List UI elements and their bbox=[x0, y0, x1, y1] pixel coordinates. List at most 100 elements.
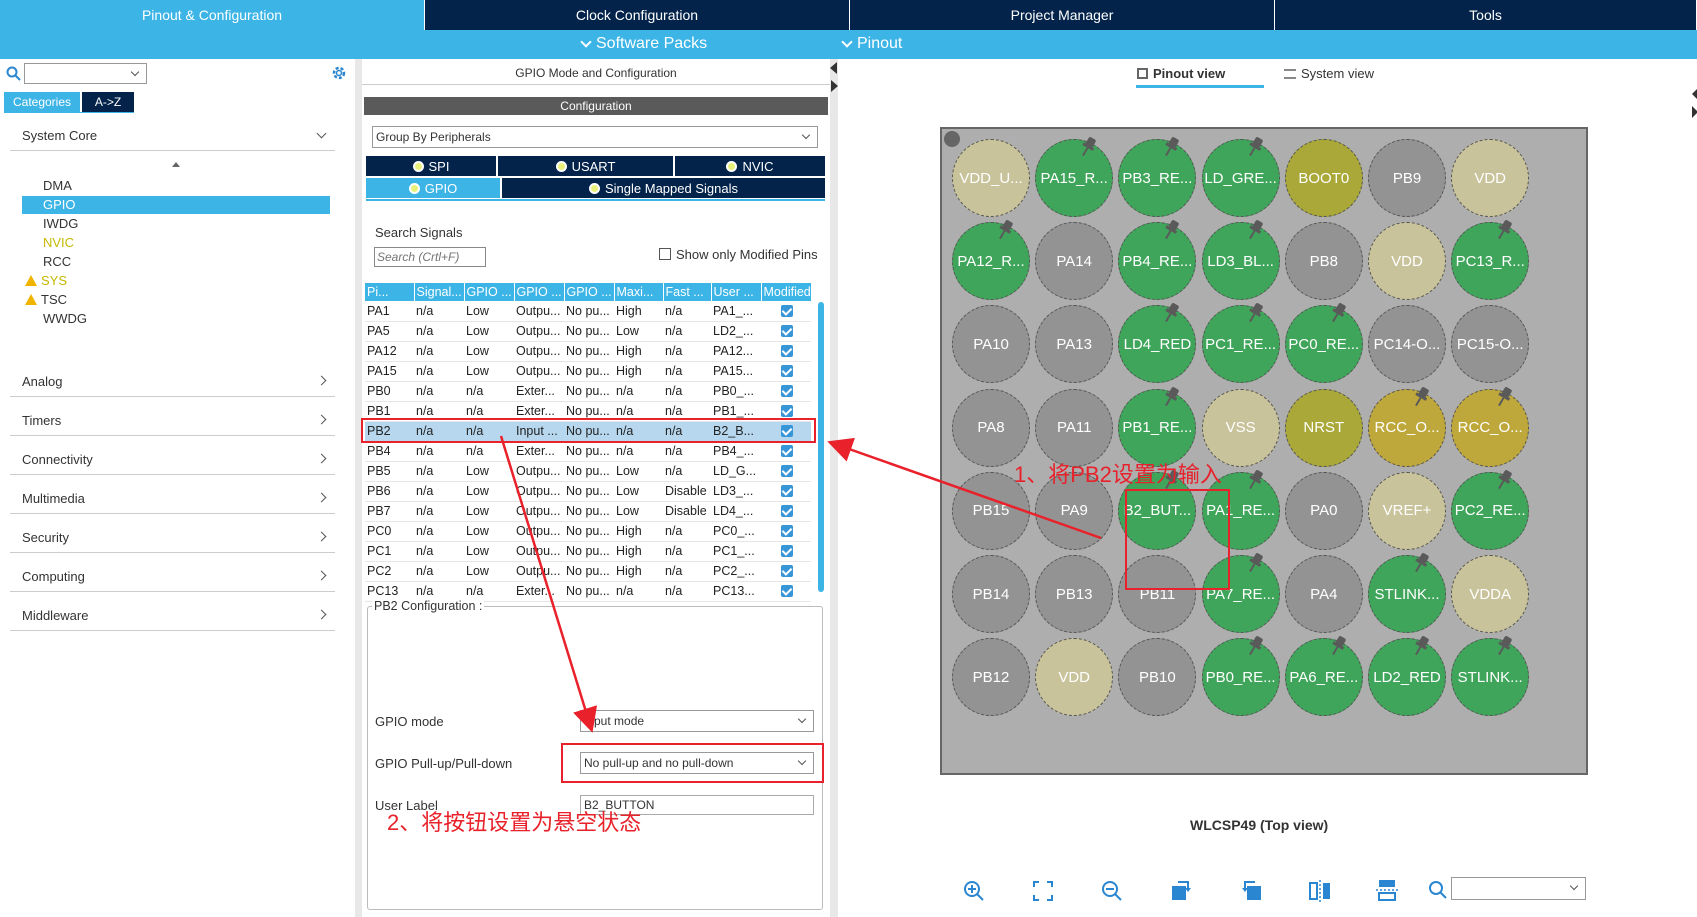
categories-tab[interactable]: Categories bbox=[4, 92, 80, 112]
pin[interactable]: PA4 bbox=[1284, 555, 1363, 633]
system-view-tab[interactable]: System view bbox=[1284, 66, 1374, 81]
pin[interactable]: PA0 bbox=[1284, 471, 1363, 550]
column-header[interactable]: Maxi... bbox=[614, 283, 664, 301]
modified-checkbox[interactable] bbox=[781, 325, 794, 337]
pin[interactable]: PA12_R... bbox=[952, 222, 1030, 301]
pin[interactable]: LD2_RED bbox=[1368, 638, 1446, 717]
rotate-right-icon[interactable] bbox=[1170, 878, 1194, 902]
pin[interactable]: PA8 bbox=[952, 388, 1030, 467]
pin[interactable]: PA15_R... bbox=[1035, 139, 1114, 217]
column-header[interactable]: GPIO ... bbox=[464, 283, 515, 301]
column-header[interactable]: GPIO ... bbox=[564, 283, 615, 301]
expand-icon[interactable] bbox=[1692, 106, 1697, 118]
tab-single-mapped-signals[interactable]: Single Mapped Signals bbox=[502, 178, 825, 198]
column-header[interactable]: GPIO ... bbox=[514, 283, 565, 301]
column-header[interactable]: Modified bbox=[761, 283, 812, 301]
modified-checkbox[interactable] bbox=[781, 585, 794, 597]
table-row[interactable]: PC2 n/a Low Outpu... No pu... High n/a PC2_... bbox=[365, 561, 812, 582]
table-row[interactable]: PA15 n/a Low Outpu... No pu... High n/a PA15... bbox=[365, 361, 812, 382]
pinout-menu[interactable]: Pinout bbox=[841, 35, 902, 53]
pin[interactable]: VDD bbox=[1368, 222, 1446, 301]
table-row[interactable]: PA1 n/a Low Outpu... No pu... High n/a PA1_... bbox=[365, 301, 812, 322]
zoom-out-icon[interactable] bbox=[1101, 880, 1123, 902]
pin[interactable]: PB3_RE... bbox=[1118, 139, 1197, 217]
pin[interactable]: RCC_O... bbox=[1451, 388, 1530, 467]
sidebar-item-tsc[interactable]: TSC bbox=[25, 292, 67, 307]
pin[interactable]: PC14-O... bbox=[1368, 305, 1446, 384]
pin[interactable]: PB14 bbox=[952, 555, 1030, 633]
tab-project-manager[interactable]: Project Manager bbox=[850, 0, 1275, 30]
tab-pinout-configuration[interactable]: Pinout & Configuration bbox=[0, 0, 425, 30]
pin[interactable]: PC1_RE... bbox=[1201, 305, 1280, 384]
pin[interactable]: VDD_U... bbox=[952, 139, 1030, 217]
tab-usart[interactable]: USART bbox=[498, 156, 673, 176]
table-row[interactable]: PC13 n/a n/a Exter... No pu... n/a n/a PC13... bbox=[365, 581, 812, 602]
pin[interactable]: PB9 bbox=[1368, 139, 1446, 217]
modified-cell[interactable] bbox=[761, 461, 812, 482]
flip-horizontal-icon[interactable] bbox=[1376, 878, 1398, 902]
gpio-mode-select[interactable]: Input mode bbox=[580, 710, 814, 732]
sidebar-item-rcc[interactable]: RCC bbox=[43, 254, 71, 269]
modified-cell[interactable] bbox=[761, 441, 812, 462]
pin[interactable]: PA11 bbox=[1035, 388, 1114, 467]
pin[interactable]: VDD bbox=[1451, 139, 1530, 217]
pin[interactable]: VREF+ bbox=[1368, 471, 1446, 550]
column-header[interactable]: Fast ... bbox=[663, 283, 712, 301]
modified-cell[interactable] bbox=[761, 381, 812, 402]
modified-checkbox[interactable] bbox=[781, 505, 794, 517]
pin[interactable]: PA14 bbox=[1035, 222, 1114, 301]
pin[interactable]: RCC_O... bbox=[1368, 388, 1446, 467]
pin[interactable]: NRST bbox=[1284, 388, 1363, 467]
category-timers[interactable]: Timers bbox=[22, 413, 61, 428]
modified-cell[interactable] bbox=[761, 321, 812, 342]
tab-nvic[interactable]: NVIC bbox=[675, 156, 825, 176]
search-pin-combo[interactable] bbox=[1451, 877, 1586, 900]
gear-icon[interactable] bbox=[330, 64, 348, 82]
column-header[interactable]: User ... bbox=[711, 283, 762, 301]
pin[interactable]: PC0_RE... bbox=[1284, 305, 1363, 384]
table-scrollbar[interactable] bbox=[818, 302, 824, 592]
table-row[interactable]: PB0 n/a n/a Exter... No pu... n/a n/a PB0_... bbox=[365, 381, 812, 402]
column-header[interactable]: Signal... bbox=[414, 283, 465, 301]
tab-clock-configuration[interactable]: Clock Configuration bbox=[425, 0, 850, 30]
modified-checkbox[interactable] bbox=[781, 345, 794, 357]
pin[interactable]: VDDA bbox=[1451, 555, 1530, 633]
modified-checkbox[interactable] bbox=[781, 465, 794, 477]
tab-gpio[interactable]: GPIO bbox=[366, 178, 500, 198]
pin[interactable]: PB1_RE... bbox=[1118, 388, 1197, 467]
table-row[interactable]: PB5 n/a Low Outpu... No pu... Low n/a LD_G... bbox=[365, 461, 812, 482]
sidebar-item-iwdg[interactable]: IWDG bbox=[43, 216, 78, 231]
table-row[interactable]: PB6 n/a Low Outpu... No pu... Low Disable LD3_.… bbox=[365, 481, 812, 502]
pin[interactable]: STLINK... bbox=[1451, 638, 1530, 717]
table-row[interactable]: PA5 n/a Low Outpu... No pu... Low n/a LD2_... bbox=[365, 321, 812, 342]
modified-checkbox[interactable] bbox=[781, 545, 794, 557]
modified-cell[interactable] bbox=[761, 501, 812, 522]
category-connectivity[interactable]: Connectivity bbox=[22, 452, 93, 467]
modified-checkbox[interactable] bbox=[781, 485, 794, 497]
pin[interactable]: LD_GRE... bbox=[1201, 139, 1280, 217]
table-row[interactable]: PC1 n/a Low Outpu... No pu... High n/a PC1_... bbox=[365, 541, 812, 562]
pin[interactable]: PB13 bbox=[1035, 555, 1114, 633]
pin[interactable]: STLINK... bbox=[1368, 555, 1446, 633]
column-header[interactable]: Pi... bbox=[365, 283, 415, 301]
pin[interactable]: PC2_RE... bbox=[1451, 471, 1530, 550]
category-system-core[interactable]: System Core bbox=[22, 128, 97, 143]
category-multimedia[interactable]: Multimedia bbox=[22, 491, 85, 506]
pin[interactable]: VDD bbox=[1035, 638, 1114, 717]
modified-cell[interactable] bbox=[761, 581, 812, 602]
modified-cell[interactable] bbox=[761, 361, 812, 382]
category-analog[interactable]: Analog bbox=[22, 374, 62, 389]
modified-checkbox[interactable] bbox=[781, 365, 794, 377]
show-modified-checkbox[interactable] bbox=[659, 248, 671, 260]
category-security[interactable]: Security bbox=[22, 530, 69, 545]
sidebar-item-wwdg[interactable]: WWDG bbox=[43, 311, 87, 326]
tab-spi[interactable]: SPI bbox=[366, 156, 496, 176]
pin[interactable]: PC13_R... bbox=[1451, 222, 1530, 301]
table-row[interactable]: PC0 n/a Low Outpu... No pu... High n/a PC0_... bbox=[365, 521, 812, 542]
sidebar-item-sys[interactable]: SYS bbox=[25, 273, 67, 288]
modified-checkbox[interactable] bbox=[781, 385, 794, 397]
search-pin-icon[interactable] bbox=[1428, 880, 1448, 900]
table-row[interactable]: PB4 n/a n/a Exter... No pu... n/a n/a PB4_... bbox=[365, 441, 812, 462]
search-signals-input[interactable] bbox=[374, 247, 486, 267]
collapse-right-icon[interactable] bbox=[1692, 88, 1697, 100]
